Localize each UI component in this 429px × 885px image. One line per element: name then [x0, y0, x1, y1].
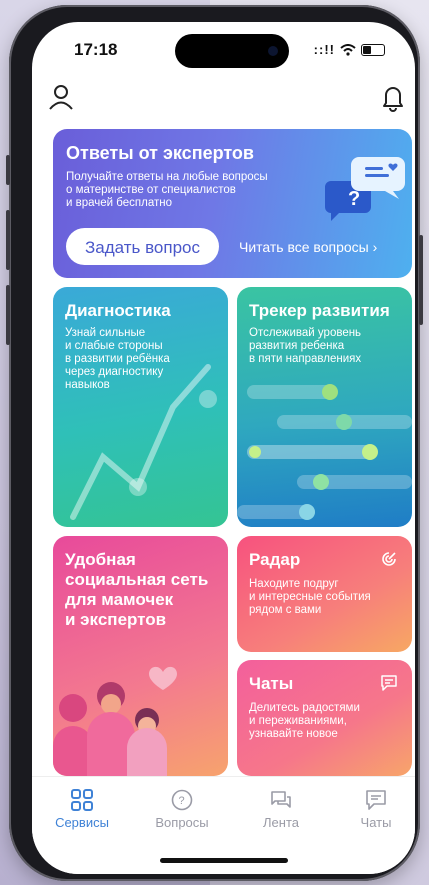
chats-title: Чаты [249, 674, 294, 693]
tracker-desc-1: Отслеживай уровень [249, 327, 362, 339]
diagnostics-desc-1: Узнай сильные [65, 327, 146, 339]
tracker-desc-2: развития ребенка [249, 340, 345, 352]
bell-icon[interactable] [378, 82, 408, 112]
chats-desc-2: и переживаниями, [249, 715, 347, 727]
tracker-desc-3: в пяти направлениях [249, 353, 362, 365]
experts-card[interactable]: Ответы от экспертов Получайте ответы на … [53, 129, 412, 278]
radar-title: Радар [249, 550, 301, 569]
radar-desc-3: рядом с вами [249, 604, 322, 616]
chevron-right-icon: › [372, 239, 378, 255]
status-time: 17:18 [74, 40, 118, 59]
volume-up-button [6, 210, 10, 270]
svg-text:?: ? [348, 188, 360, 210]
tab-services[interactable]: Сервисы [42, 789, 122, 830]
volume-down-button [6, 285, 10, 345]
chats-desc-1: Делитесь радостями [249, 702, 360, 714]
grid-icon [71, 789, 93, 811]
wifi-icon [340, 43, 356, 56]
question-circle-icon: ? [171, 789, 193, 811]
experts-desc-1: Получайте ответы на любые вопросы [66, 171, 268, 183]
experts-desc-3: и врачей бесплатно [66, 197, 172, 209]
dynamic-island [175, 34, 289, 68]
read-all-questions-link[interactable]: Читать все вопросы › [239, 239, 377, 255]
tracker-card[interactable]: Трекер развития Отслеживай уровень разви… [237, 287, 412, 527]
experts-desc-2: о материнстве от специалистов [66, 184, 236, 196]
feed-icon [271, 791, 291, 808]
read-all-label: Читать все вопросы [239, 239, 369, 255]
chats-card[interactable]: Чаты Делитесь радостями и переживаниями,… [237, 660, 412, 776]
chat-bubbles-icon: ? [325, 157, 405, 221]
radar-desc-1: Находите подруг [249, 578, 339, 590]
profile-icon[interactable] [46, 82, 76, 112]
tracker-title: Трекер развития [249, 301, 390, 320]
message-icon [366, 790, 386, 810]
social-title-1: Удобная [65, 550, 136, 569]
battery-icon [361, 43, 385, 56]
social-title-2: социальная сеть [65, 570, 209, 589]
status-indicators: ::!! [314, 42, 385, 57]
tab-questions[interactable]: ? Вопросы [142, 789, 222, 830]
tab-chats[interactable]: Чаты [336, 789, 415, 830]
diagnostics-card[interactable]: Диагностика Узнай сильные и слабые сторо… [53, 287, 228, 527]
experts-title: Ответы от экспертов [66, 143, 254, 163]
mute-switch [6, 155, 10, 185]
social-title-4: и экспертов [65, 610, 167, 629]
tab-chats-label: Чаты [360, 815, 392, 830]
signal-icon: ::!! [313, 42, 335, 57]
app-screen: 17:18 ::!! Ответы от экспертов Получайте… [32, 22, 415, 874]
radar-desc-2: и интересные события [249, 591, 371, 603]
social-title-3: для мамочек [65, 590, 174, 609]
chats-desc-3: узнавайте новое [249, 728, 338, 740]
radar-icon [382, 552, 396, 566]
diagnostics-title: Диагностика [65, 301, 171, 320]
camera-icon [268, 46, 278, 56]
tab-services-label: Сервисы [55, 815, 109, 830]
tab-questions-label: Вопросы [155, 815, 209, 830]
svg-text:?: ? [179, 795, 185, 807]
social-card[interactable]: Удобная социальная сеть для мамочек и эк… [53, 536, 228, 776]
moms-illustration [53, 666, 177, 776]
home-indicator [160, 858, 288, 863]
power-button [419, 235, 423, 325]
phone-frame: 17:18 ::!! Ответы от экспертов Получайте… [6, 5, 423, 881]
tab-feed-label: Лента [263, 815, 299, 830]
growth-chart-graphic [70, 364, 217, 520]
radar-card[interactable]: Радар Находите подруг и интересные событ… [237, 536, 412, 652]
progress-bars-graphic [237, 384, 412, 520]
chat-icon [381, 675, 397, 691]
ask-question-button[interactable]: Задать вопрос [66, 228, 219, 265]
tab-feed[interactable]: Лента [241, 789, 321, 830]
